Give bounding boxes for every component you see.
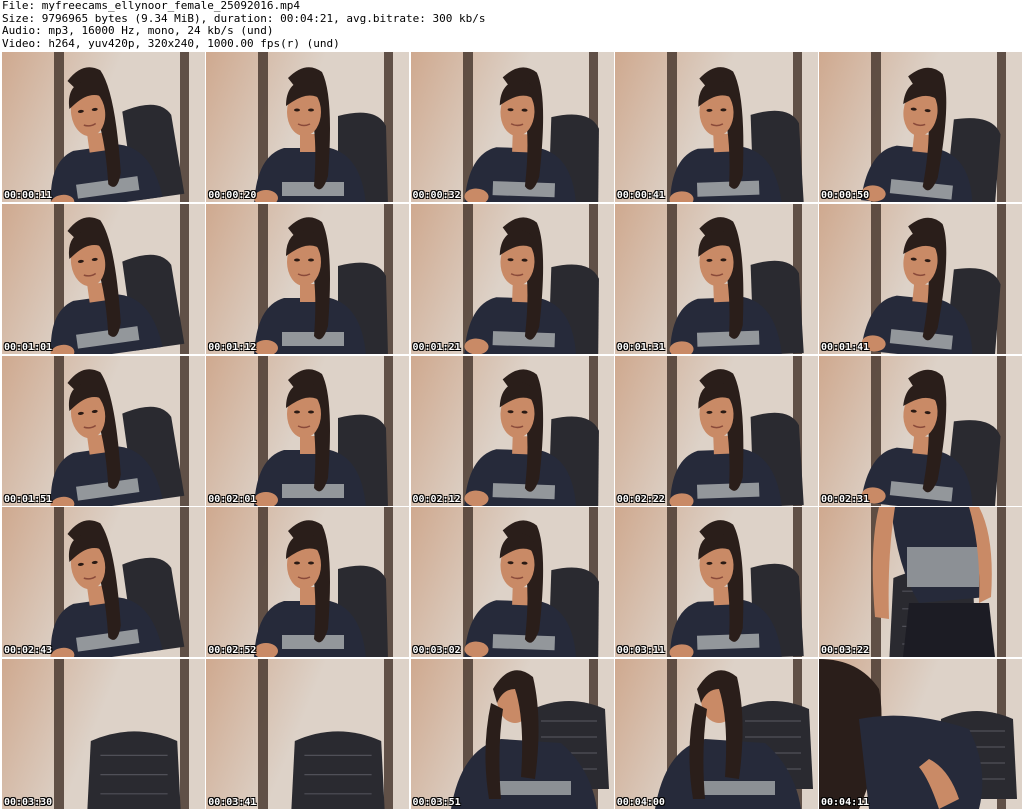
- thumbnail-frame: 00:03:02: [410, 507, 614, 658]
- thumbnail-frame: 00:01:01: [2, 203, 205, 354]
- wooden-beam-left: [258, 659, 269, 809]
- frame-timestamp: 00:00:20: [208, 190, 257, 201]
- thumbnail-frame: 00:00:41: [614, 52, 818, 202]
- frame-timestamp: 00:03:30: [4, 797, 53, 808]
- thumbnail-frame: 00:02:52: [206, 507, 410, 658]
- thumbnail-grid: 00:00:11 00:00:20 00:00:32 00:00:41 00:00:50…: [2, 52, 1022, 809]
- frame-image: [614, 203, 818, 354]
- office-chair: [87, 731, 181, 809]
- frame-image: [410, 507, 614, 658]
- frame-image: [206, 203, 410, 354]
- wooden-beam-right: [384, 659, 394, 809]
- frame-timestamp: 00:01:12: [208, 341, 257, 353]
- thumbnail-frame: 00:01:41: [819, 203, 1022, 354]
- frame-image: [2, 52, 205, 202]
- thumbnail-frame: 00:03:51: [410, 659, 614, 809]
- frame-timestamp: 00:00:50: [821, 190, 870, 201]
- frame-timestamp: 00:04:00: [616, 797, 665, 808]
- thumbnail-frame: 00:02:01: [206, 355, 410, 506]
- frame-image: [819, 203, 1022, 354]
- frame-image: [2, 203, 205, 354]
- frame-image: [2, 507, 205, 658]
- frame-image: [614, 507, 818, 658]
- frame-image: [614, 355, 818, 506]
- audio-info-line: Audio: mp3, 16000 Hz, mono, 24 kb/s (und…: [2, 25, 274, 37]
- frame-image: [819, 507, 1022, 658]
- thumbnail-frame: 00:00:11: [2, 52, 205, 202]
- frame-image: [206, 355, 410, 506]
- wooden-beam-right: [997, 355, 1006, 506]
- frame-timestamp: 00:02:52: [208, 645, 257, 657]
- thumbnail-frame: 00:01:51: [2, 355, 205, 506]
- thumbnail-frame: 00:03:30: [2, 659, 205, 809]
- frame-image: [410, 203, 614, 354]
- frame-image: [2, 355, 205, 506]
- frame-timestamp: 00:04:11: [821, 797, 870, 808]
- frame-timestamp: 00:02:22: [616, 493, 665, 505]
- thumbnail-frame: 00:01:21: [410, 203, 614, 354]
- file-name-line: File: myfreecams_ellynoor_female_2509201…: [2, 0, 301, 12]
- file-info-header: File: myfreecams_ellynoor_female_2509201…: [2, 0, 1022, 50]
- thumbnail-frame: 00:00:32: [410, 52, 614, 202]
- file-size-line: Size: 9796965 bytes (9.34 MiB), duration…: [2, 12, 486, 25]
- thumbnail-frame: 00:02:12: [410, 355, 614, 506]
- frame-timestamp: 00:00:32: [412, 190, 461, 201]
- frame-timestamp: 00:02:31: [821, 493, 870, 505]
- frame-image: [819, 52, 1022, 202]
- office-chair: [291, 731, 385, 809]
- frame-timestamp: 00:03:02: [412, 645, 461, 657]
- frame-image: [819, 355, 1022, 506]
- frame-timestamp: 00:02:43: [4, 645, 53, 657]
- frame-image: [206, 507, 410, 658]
- frame-timestamp: 00:01:31: [616, 341, 665, 353]
- frame-timestamp: 00:01:41: [821, 341, 870, 353]
- frame-image: [2, 659, 205, 809]
- thumbnail-frame: 00:02:43: [2, 507, 205, 658]
- thumbnail-frame: 00:04:11: [819, 659, 1022, 809]
- frame-image: [614, 52, 818, 202]
- thumbnail-frame: 00:03:11: [614, 507, 818, 658]
- video-info-line: Video: h264, yuv420p, 320x240, 1000.00 f…: [2, 37, 340, 50]
- frame-timestamp: 00:00:41: [616, 190, 665, 201]
- thumbnail-frame: 00:00:50: [819, 52, 1022, 202]
- frame-timestamp: 00:01:01: [4, 341, 53, 353]
- wooden-beam-right: [997, 203, 1006, 354]
- thumbnail-frame: 00:01:12: [206, 203, 410, 354]
- frame-image: [206, 52, 410, 202]
- thumbnail-frame: 00:03:41: [206, 659, 410, 809]
- frame-image: [410, 52, 614, 202]
- wooden-beam-right: [997, 507, 1006, 658]
- frame-timestamp: 00:02:12: [412, 493, 461, 505]
- wooden-beam-right: [997, 52, 1006, 202]
- contact-sheet: File: myfreecams_ellynoor_female_2509201…: [0, 0, 1024, 811]
- frame-timestamp: 00:00:11: [4, 190, 53, 201]
- frame-image: [614, 659, 818, 809]
- frame-timestamp: 00:03:11: [616, 645, 665, 657]
- thumbnail-frame: 00:01:31: [614, 203, 818, 354]
- wooden-beam-left: [54, 659, 64, 809]
- frame-image: [206, 659, 410, 809]
- frame-timestamp: 00:03:51: [412, 797, 461, 808]
- wooden-beam-right: [180, 659, 189, 809]
- frame-timestamp: 00:01:51: [4, 493, 53, 505]
- frame-timestamp: 00:01:21: [412, 341, 461, 353]
- frame-image: [410, 659, 614, 809]
- frame-timestamp: 00:02:01: [208, 493, 257, 505]
- frame-timestamp: 00:03:22: [821, 645, 870, 657]
- thumbnail-frame: 00:02:31: [819, 355, 1022, 506]
- thumbnail-frame: 00:03:22: [819, 507, 1022, 658]
- thumbnail-frame: 00:00:20: [206, 52, 410, 202]
- frame-image: [819, 659, 1022, 809]
- thumbnail-frame: 00:04:00: [614, 659, 818, 809]
- thumbnail-frame: 00:02:22: [614, 355, 818, 506]
- frame-image: [410, 355, 614, 506]
- frame-timestamp: 00:03:41: [208, 797, 257, 808]
